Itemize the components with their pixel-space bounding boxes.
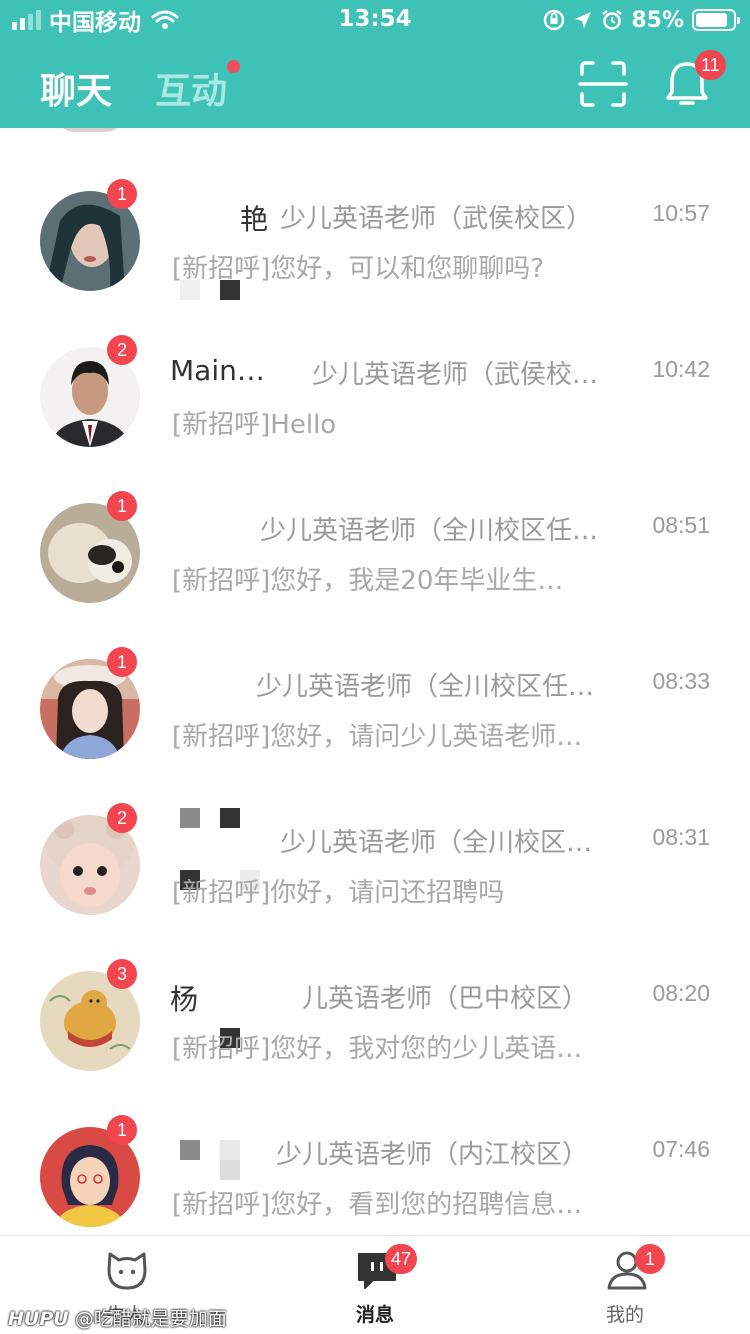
greeting-tag: [新招呼] [172,410,271,440]
job-title: 少儿英语老师（内江校区） [276,1140,589,1170]
greeting-tag: [新招呼] [172,1034,271,1064]
watermark-brand: HUPU [8,1308,69,1330]
message-time: 10:42 [652,356,710,382]
message-preview: [新招呼]您好，可以和您聊聊吗? [172,248,544,285]
redacted-block [180,1140,200,1160]
top-header: 中国移动 13:54 85% 聊天 互动 11 [0,0,750,128]
watermark-text: @吃醋就是要加面 [74,1308,227,1330]
list-item[interactable]: 1 少儿英语老师（全川校区任… 08:33 [新招呼]您好，请问少儿英语老师… [0,647,750,828]
message-time: 10:57 [652,200,710,226]
list-item[interactable]: 1 少儿英语老师（内江校区） 07:46 [新招呼]您好，看到您的招聘信息… [0,1115,750,1235]
unread-badge: 1 [107,491,137,521]
unread-badge: 2 [107,803,137,833]
contact-name: 艳 [240,203,269,236]
job-title: 少儿英语老师（全川校区任… [260,516,599,546]
watermark: HUPU @吃醋就是要加面 [8,1304,227,1331]
message-text: 您好，可以和您聊聊吗? [270,254,545,284]
tab-messages-label: 消息 [355,1304,394,1326]
redacted-block [220,1160,240,1180]
unread-badge: 1 [107,1115,137,1145]
message-preview: [新招呼]你好，请问还招聘吗 [172,872,504,909]
list-item[interactable]: 1 艳 少儿英语老师（武侯校区） 10:57 [新招呼]您好，可以和您聊聊吗? [0,179,750,344]
conversation-list[interactable]: 1 艳 少儿英语老师（武侯校区） 10:57 [新招呼]您好，可以和您聊聊吗? … [0,128,750,1235]
messages-badge: 47 [385,1244,418,1274]
message-preview: [新招呼]您好，看到您的招聘信息… [172,1184,582,1221]
list-item[interactable]: 2 Main… 少儿英语老师（武侯校… 10:42 [新招呼]Hello [0,335,750,500]
message-text: 您好，我对您的少儿英语… [270,1034,583,1064]
tab-interact[interactable]: 互动 [155,62,227,114]
message-time: 07:46 [652,1136,710,1162]
message-time: 08:51 [652,512,710,538]
cat-face-icon [107,1252,147,1290]
alarm-icon [602,10,623,30]
message-time: 08:31 [652,824,710,850]
message-text: 你好，请问还招聘吗 [270,878,505,908]
message-text: 您好，看到您的招聘信息… [270,1190,583,1220]
avatar [50,128,130,132]
status-bar: 中国移动 13:54 85% [0,0,750,40]
redacted-block [220,1140,240,1160]
status-right: 85% [543,6,740,34]
list-item[interactable]: 1 少儿英语老师（全川校区任… 08:51 [新招呼]您好，我是20年毕业生… [0,491,750,656]
unread-badge: 2 [107,335,137,365]
message-preview: [新招呼]Hello [172,404,336,441]
tab-profile[interactable]: 我的 1 [565,1236,685,1334]
unread-badge: 1 [107,179,137,209]
greeting-tag: [新招呼] [172,722,271,752]
battery-percent: 85% [631,7,684,33]
message-preview: [新招呼]您好，我是20年毕业生… [172,560,563,597]
job-title: 少儿英语老师（全川校区任… [256,672,595,702]
unread-badge: 1 [107,647,137,677]
message-preview: [新招呼]您好，请问少儿英语老师… [172,716,582,753]
tab-messages[interactable]: 消息 47 [315,1236,435,1334]
job-title: 少儿英语老师（武侯校… [312,360,599,390]
scan-icon[interactable] [578,60,628,108]
contact-name: Main… [170,354,265,387]
message-text: 您好，请问少儿英语老师… [270,722,583,752]
battery-icon [692,9,740,31]
greeting-tag: [新招呼] [172,1190,271,1220]
tab-profile-label: 我的 [605,1304,644,1326]
job-title: 少儿英语老师（武侯校区） [280,204,593,234]
interact-unread-dot [227,60,240,73]
job-title: 少儿英语老师（全川校区… [280,828,593,858]
greeting-tag: [新招呼] [172,254,271,284]
unread-badge: 3 [107,959,137,989]
job-title: 儿英语老师（巴中校区） [302,984,589,1014]
message-preview: [新招呼]您好，我对您的少儿英语… [172,1028,582,1065]
message-text: Hello [270,410,337,440]
list-item[interactable]: 2 少儿英语老师（全川校区… 08:31 [新招呼]你好，请问还招聘吗 [0,803,750,968]
message-time: 08:20 [652,980,710,1006]
profile-badge: 1 [635,1244,665,1274]
contact-name: 杨 [170,983,199,1016]
location-icon [575,12,592,28]
list-item[interactable]: 3 杨 儿英语老师（巴中校区） 08:20 [新招呼]您好，我对您的少儿英语… [0,959,750,1124]
orientation-lock-icon [544,9,565,31]
message-text: 您好，我是20年毕业生… [270,566,564,596]
greeting-tag: [新招呼] [172,566,271,596]
greeting-tag: [新招呼] [172,878,271,908]
message-time: 08:33 [652,668,710,694]
notification-badge: 11 [695,50,726,80]
tab-chat[interactable]: 聊天 [40,62,112,114]
